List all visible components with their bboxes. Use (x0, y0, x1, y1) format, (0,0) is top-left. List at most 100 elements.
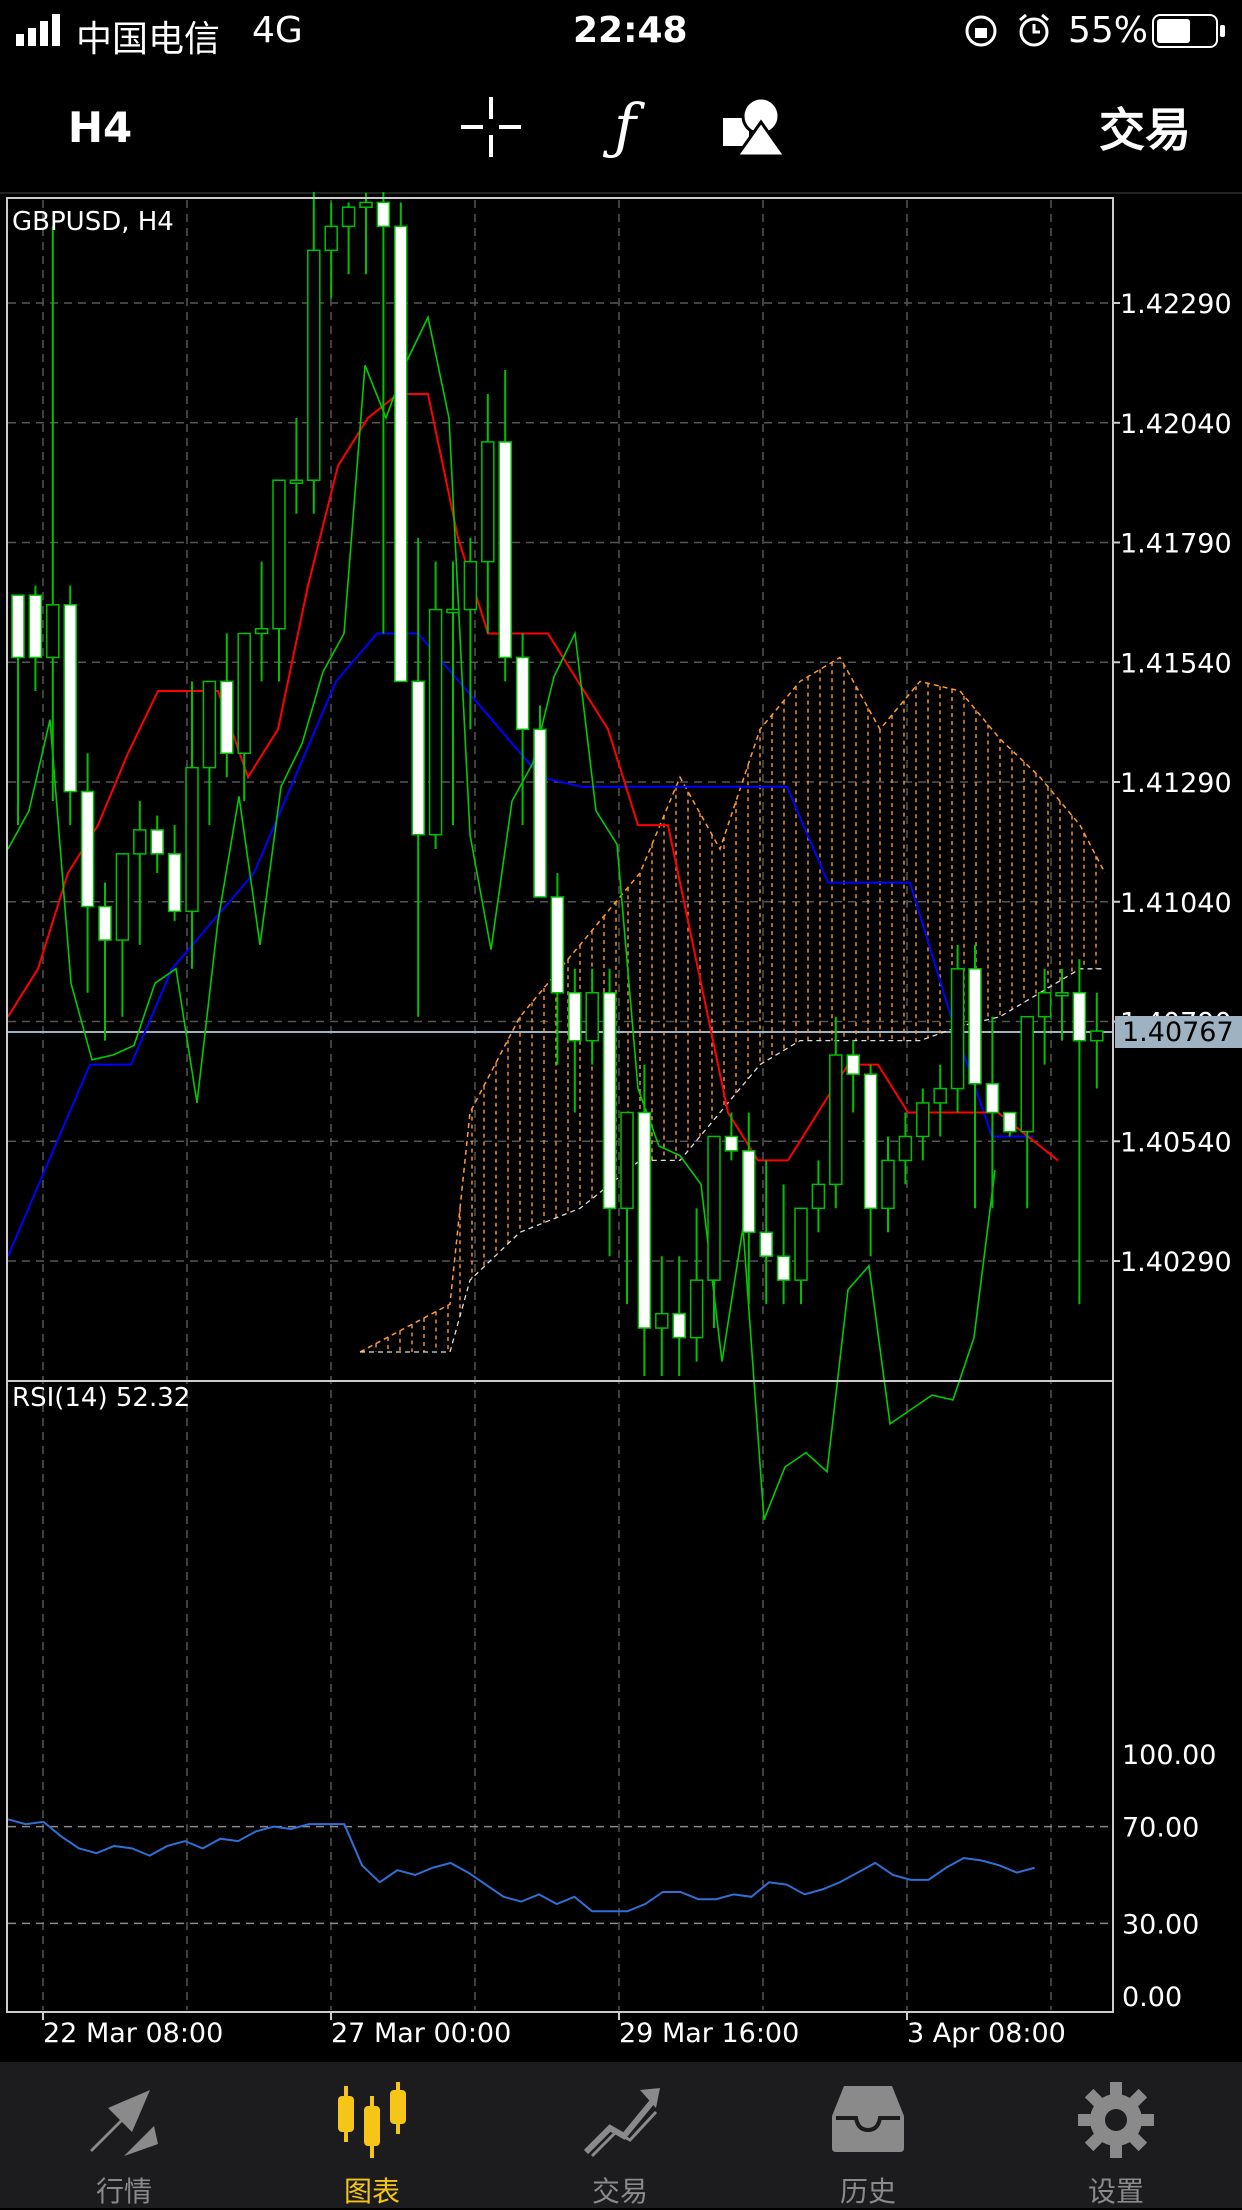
candle (272, 479, 286, 682)
price-axis: 1.42290 1.42040 1.41790 1.41540 1.41290 1.410… (1112, 289, 1232, 1278)
rsi-tick-label: 70.00 (1122, 1813, 1199, 1844)
network-label: 4G (252, 10, 303, 51)
candle (80, 753, 95, 993)
candle (759, 1160, 773, 1305)
date-axis: 22 Mar 08:00 27 Mar 00:00 29 Mar 16:00 3 Ap… (42, 2012, 1066, 2049)
price-tick-label: 1.42040 (1120, 409, 1232, 440)
candle (585, 968, 599, 1065)
trade-icon (583, 2088, 660, 2158)
candle (968, 944, 982, 1209)
indicators-button[interactable]: ƒ (590, 92, 660, 162)
candle (289, 417, 304, 514)
candle (185, 681, 199, 969)
candle (724, 1112, 739, 1161)
date-tick-label: 22 Mar 08:00 (43, 2018, 223, 2049)
tab-settings-label: 设置 (1087, 2175, 1144, 2208)
candle (359, 192, 373, 275)
candle (881, 1136, 895, 1233)
candle (602, 968, 617, 1257)
candle (794, 1207, 808, 1305)
price-chart[interactable]: GBPUSD, H4 RSI(14) 52.32 1.422901.420401… (0, 192, 1242, 2062)
candle (28, 585, 43, 691)
candle (655, 1256, 669, 1376)
chart-toolbar: H4 ƒ 交易 (0, 62, 1242, 194)
candle (933, 1064, 947, 1137)
objects-button[interactable] (714, 92, 794, 162)
candle (1037, 968, 1052, 1065)
date-tick-label: 3 Apr 08:00 (907, 2018, 1066, 2049)
battery-percent: 55% (1068, 10, 1149, 51)
tab-trade-label: 交易 (591, 2175, 648, 2208)
candle (254, 561, 269, 682)
candle (1020, 1015, 1034, 1209)
settings-icon (1078, 2082, 1154, 2158)
rsi-tick-label: 0.00 (1122, 1982, 1182, 2013)
candle (1072, 959, 1087, 1305)
candle (411, 537, 425, 1017)
tab-settings[interactable]: 设置 (992, 2062, 1240, 2208)
candle (515, 633, 530, 826)
candle (689, 1208, 704, 1362)
candle (98, 882, 112, 1041)
candle (707, 1135, 721, 1329)
clock: 22:48 (573, 10, 688, 51)
objects-icon (723, 96, 787, 158)
tenkan-line (7, 393, 1059, 1162)
crosshair-icon (461, 97, 521, 157)
candle (150, 815, 164, 874)
candle (63, 585, 77, 826)
signal-icon (16, 14, 60, 46)
candle (307, 192, 321, 514)
rsi-axis: 100.00 70.00 30.00 0.00 (1122, 1740, 1216, 2013)
price-tick-label: 1.41040 (1120, 888, 1232, 919)
candle (1055, 968, 1069, 1041)
candle (481, 394, 495, 634)
price-tick-label: 1.41540 (1120, 648, 1232, 679)
current-price-label: 1.40767 (1122, 1017, 1234, 1048)
price-tick-label: 1.40290 (1120, 1247, 1232, 1278)
candle (846, 1040, 860, 1113)
candle (11, 594, 25, 826)
candle (324, 202, 338, 299)
tab-quotes[interactable]: 行情 (0, 2062, 248, 2208)
crosshair-button[interactable] (456, 92, 526, 162)
candle (829, 1016, 843, 1209)
rsi-tick-label: 100.00 (1122, 1740, 1216, 1771)
candle (115, 853, 130, 1017)
trade-button[interactable]: 交易 (1080, 92, 1210, 162)
candle (985, 1016, 1000, 1209)
timeframe-label: H4 (67, 102, 133, 152)
candle (167, 825, 182, 921)
candle (428, 561, 443, 850)
candle (950, 944, 965, 1113)
candle (220, 633, 234, 778)
carrier-label: 中国电信 (76, 19, 221, 60)
candle (672, 1256, 686, 1376)
symbol-label: GBPUSD, H4 (12, 207, 174, 237)
price-tick-label: 1.41790 (1120, 529, 1232, 560)
price-tick-label: 1.40540 (1120, 1127, 1232, 1158)
date-tick-label: 27 Mar 00:00 (331, 2018, 511, 2049)
candle (394, 202, 408, 683)
rsi-tick-label: 30.00 (1122, 1909, 1199, 1940)
timeframe-button[interactable]: H4 (60, 92, 140, 162)
tab-chart-label: 图表 (343, 2175, 400, 2208)
tab-trade[interactable]: 交易 (496, 2062, 744, 2208)
candle (341, 202, 356, 275)
chart-icon (338, 2082, 406, 2158)
candle (916, 1088, 930, 1161)
date-tick-label: 29 Mar 16:00 (619, 2018, 799, 2049)
rsi-label: RSI(14) 52.32 (12, 1383, 190, 1413)
current-price-marker: 1.40767 (1115, 1016, 1242, 1048)
candle (1090, 992, 1104, 1089)
tab-chart[interactable]: 图表 (248, 2062, 496, 2208)
candle (776, 1184, 791, 1305)
function-icon: ƒ (613, 92, 637, 162)
candle (1003, 1111, 1017, 1137)
candle (637, 1064, 652, 1376)
tab-quotes-label: 行情 (95, 2175, 152, 2208)
candle (898, 1112, 913, 1185)
main-pane-border (6, 197, 1114, 1382)
candle (863, 1064, 878, 1257)
tab-history[interactable]: 历史 (744, 2062, 992, 2208)
